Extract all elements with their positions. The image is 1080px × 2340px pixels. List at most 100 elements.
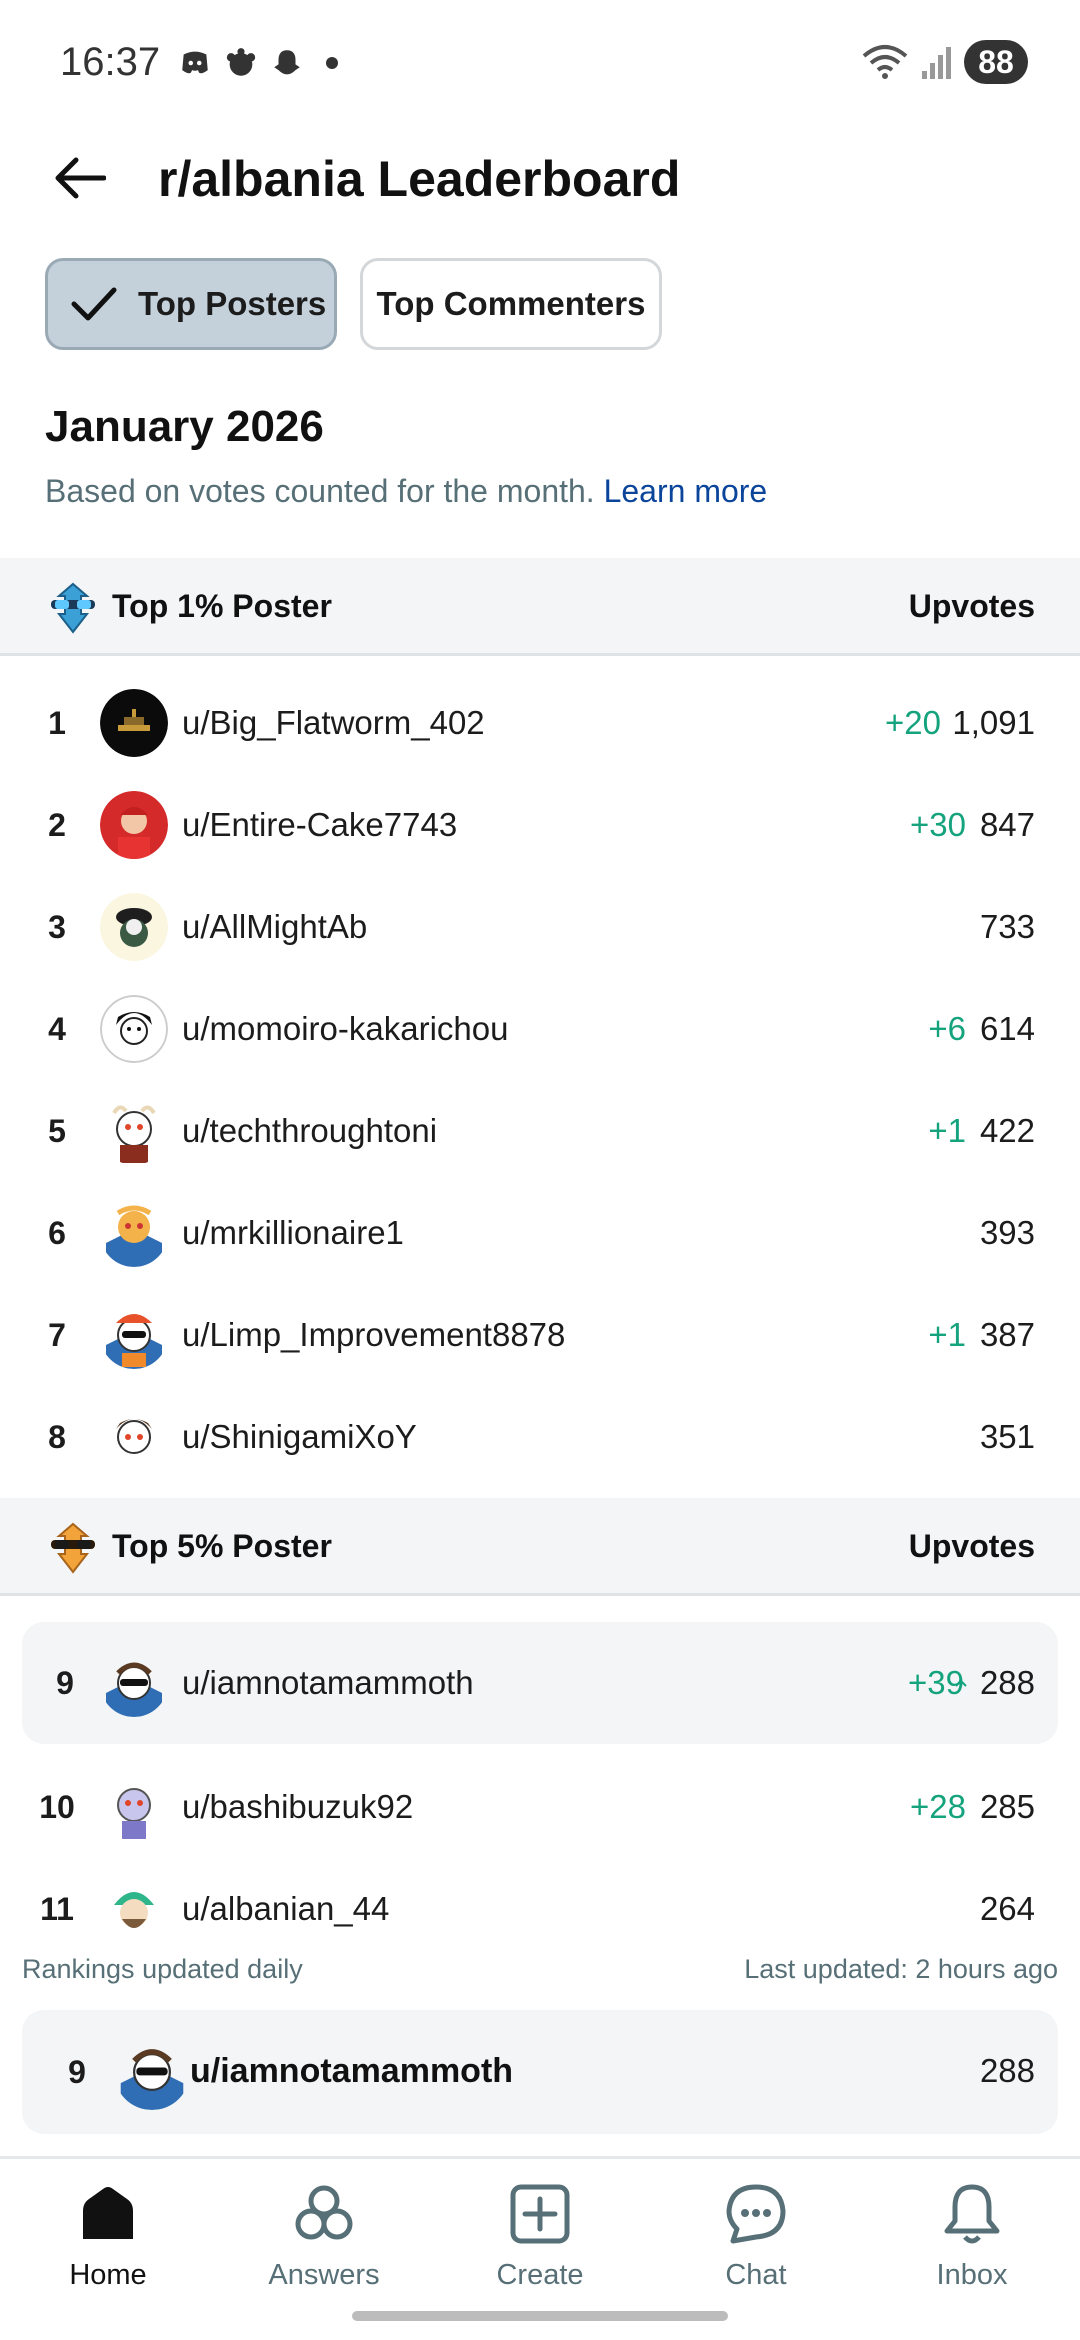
nav-label: Create [496,2259,584,2291]
user-avatar [100,893,168,961]
home-icon [83,2187,133,2239]
leaderboard-row[interactable]: 10 u/bashibuzuk92 +28 285 [0,1756,1080,1858]
nav-inbox[interactable]: Inbox [864,2181,1080,2292]
rank-number: 9 [68,2054,86,2090]
username: u/albanian_44 [182,1890,390,1927]
upvote-delta: +28 [910,1788,966,1825]
upvote-count: 847 [979,806,1035,843]
nav-label: Chat [725,2259,787,2291]
user-avatar [100,995,168,1063]
leaderboard-row[interactable]: 8 u/ShinigamiXoY 351 [0,1386,1080,1488]
status-time: 16:37 [60,40,161,84]
username: u/momoiro-kakarichou [182,1010,509,1047]
more-notifications-dot [326,57,338,69]
tab-top-posters[interactable]: Top Posters [45,258,337,350]
upvote-delta: +20 [885,704,941,741]
rank-number: 9 [56,1665,74,1701]
section-header-top-1: Top 1% Poster Upvotes [0,558,1080,656]
period-subtitle: Based on votes counted for the month. Le… [45,473,767,510]
user-avatar [106,1662,162,1717]
wifi-icon [862,45,908,79]
leaderboard-row[interactable]: 11 u/albanian_44 264 [0,1858,1080,1938]
page-title: r/albania Leaderboard [158,151,681,207]
back-arrow-icon [55,157,106,199]
status-bar: 16:37 88 [0,0,1080,130]
tab-label: Top Commenters [376,285,646,322]
leaderboard-row[interactable]: 1 u/Big_Flatworm_402 +20 1,091 [0,672,1080,774]
status-right: 88 [860,40,1028,84]
upvote-delta: +30 [910,806,966,843]
upvote-delta: +1 [928,1112,966,1149]
upvote-count: 422 [979,1112,1035,1149]
rank-number: 7 [48,1317,66,1353]
upvote-delta: +1 [928,1316,966,1353]
leaderboard-row[interactable]: 7 u/Limp_Improvement8878 +1 387 [0,1284,1080,1386]
signal-icon [922,47,951,79]
leaderboard-row[interactable]: 6 u/mrkillionaire1 393 [0,1182,1080,1284]
chat-icon [726,2184,786,2244]
nav-chat[interactable]: Chat [648,2181,864,2292]
tab-top-commenters[interactable]: Top Commenters [360,258,662,350]
leaderboard-row[interactable]: 5 u/techthroughtoni +1 422 [0,1080,1080,1182]
rank-number: 5 [48,1113,66,1149]
current-user-rank-card[interactable]: 9 u/iamnotamammoth 288 [22,2010,1058,2134]
upvote-count: 288 [979,1664,1035,1701]
learn-more-link[interactable]: Learn more [604,473,768,509]
tab-label: Top Posters [138,285,327,322]
username: u/mrkillionaire1 [182,1214,404,1251]
upvote-count: 264 [979,1890,1035,1927]
user-avatar [100,1773,168,1841]
username: u/Limp_Improvement8878 [182,1316,566,1353]
upvote-count: 614 [979,1010,1035,1047]
user-avatar [100,1403,168,1471]
leaderboard-row[interactable]: 3 u/AllMightAb 733 [0,876,1080,978]
user-avatar [100,689,168,757]
username: u/Entire-Cake7743 [182,806,458,843]
section-label: Top 5% Poster [112,1528,332,1564]
upvotes-column-header: Upvotes [908,588,1035,624]
check-icon [71,287,117,321]
rank-number: 2 [48,807,66,843]
upvote-count: 387 [979,1316,1035,1353]
section-label: Top 1% Poster [112,588,332,624]
top-5-percent-badge-icon [51,1522,95,1574]
leaderboard-row[interactable]: 2 u/Entire-Cake7743 +30 847 [0,774,1080,876]
nav-home[interactable]: Home [0,2181,216,2292]
rank-number: 10 [39,1789,75,1825]
rank-number: 3 [48,909,66,945]
nav-answers[interactable]: Answers [216,2181,432,2292]
user-avatar [106,1314,162,1369]
leaderboard-row[interactable]: 4 u/momoiro-kakarichou +6 614 [0,978,1080,1080]
nav-create[interactable]: Create [432,2181,648,2292]
user-avatar [120,2049,184,2110]
nav-label: Answers [268,2259,380,2291]
notification-icons [178,46,338,80]
trend-up-icon [955,1679,967,1687]
section-header-top-5: Top 5% Poster Upvotes [0,1498,1080,1596]
nav-label: Inbox [936,2259,1008,2291]
upvote-count: 351 [979,1418,1035,1455]
rank-number: 8 [48,1419,66,1455]
bell-icon [944,2184,1000,2244]
upvote-count: 733 [979,908,1035,945]
create-icon [510,2184,570,2244]
rank-number: 4 [48,1011,66,1047]
rankings-update-note: Rankings updated daily [22,1954,303,1984]
battery-indicator: 88 [964,40,1028,84]
username: u/iamnotamammoth [182,1664,474,1701]
period-title: January 2026 [45,402,324,451]
username: u/techthroughtoni [182,1112,438,1149]
rank-number: 6 [48,1215,66,1251]
back-button[interactable] [50,148,110,208]
rank-number: 11 [40,1891,74,1927]
leaderboard-row-current-user[interactable]: 9 u/iamnotamammoth +39 288 [22,1622,1058,1744]
answers-icon [295,2185,353,2240]
username: u/ShinigamiXoY [182,1418,417,1455]
last-updated-note: Last updated: 2 hours ago [744,1954,1058,1984]
upvote-delta: +6 [928,1010,966,1047]
user-avatar [100,1875,168,1938]
top-1-percent-badge-icon [51,582,95,634]
nav-label: Home [69,2259,147,2291]
gesture-home-bar[interactable] [352,2311,728,2321]
upvote-count: 288 [979,2052,1035,2089]
